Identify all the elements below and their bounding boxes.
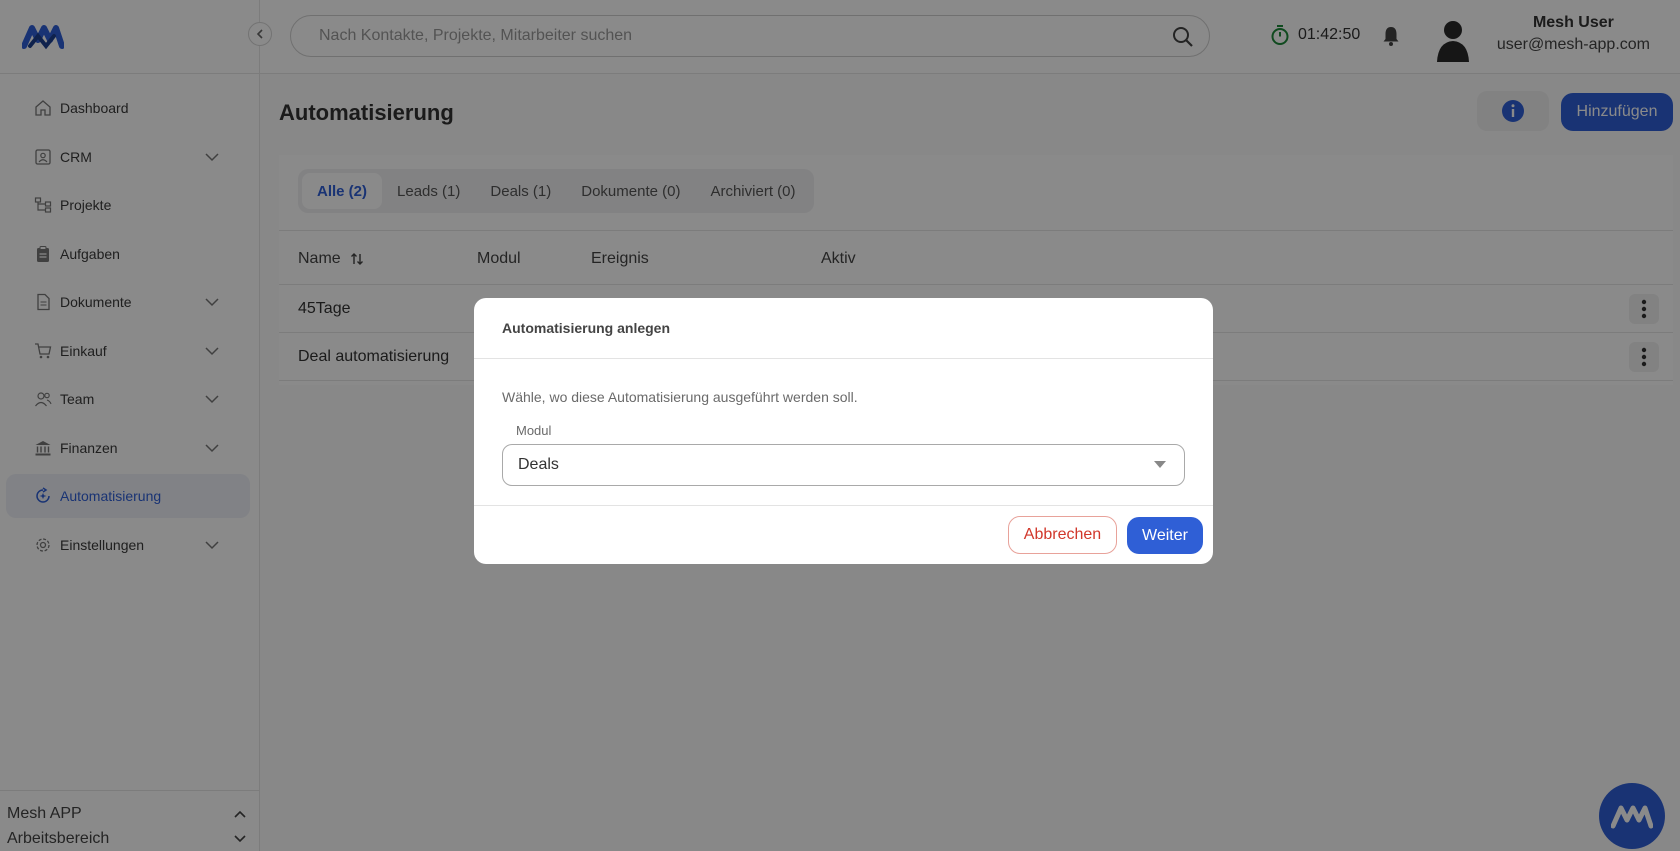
create-automation-dialog: Automatisierung anlegen Wähle, wo diese … [474, 298, 1213, 564]
dialog-title: Automatisierung anlegen [502, 320, 671, 336]
dialog-description: Wähle, wo diese Automatisierung ausgefüh… [502, 389, 858, 405]
dialog-divider [474, 505, 1213, 506]
dropdown-arrow-icon [1154, 461, 1166, 468]
cancel-button[interactable]: Abbrechen [1008, 516, 1117, 554]
next-button[interactable]: Weiter [1127, 517, 1203, 554]
modul-select[interactable]: Deals [502, 444, 1185, 486]
modul-field-label: Modul [516, 423, 552, 438]
modul-select-value: Deals [518, 456, 559, 473]
dialog-divider [474, 358, 1213, 359]
